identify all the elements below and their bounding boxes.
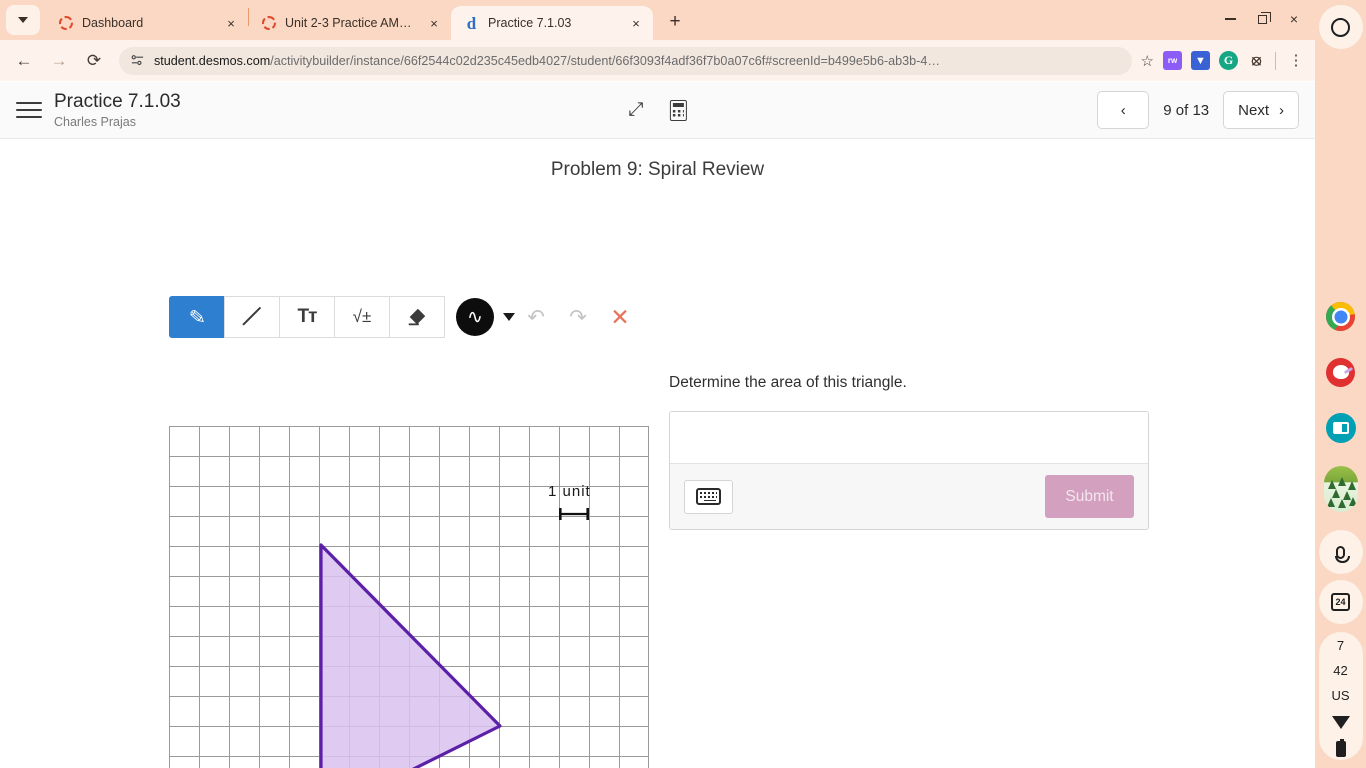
wifi-icon [1331,716,1350,729]
pencil-tool-button[interactable]: ✎ [169,296,225,338]
submit-button[interactable]: Submit [1045,475,1134,518]
one-unit-scale-bar [559,508,589,520]
reload-button[interactable]: ⟳ [78,45,110,77]
screen-counter: 9 of 13 [1163,101,1210,119]
page-title: Practice 7.1.03 [54,91,181,113]
back-button[interactable]: ← [8,45,40,77]
status-line-2: 42 [1333,663,1348,678]
browser-tab-practice[interactable]: d Practice 7.1.03 × [451,6,653,40]
unit-scale-label: 1 unit [548,483,591,500]
hamburger-menu-icon[interactable] [16,102,42,118]
tab-title: Dashboard [82,16,144,30]
answer-card: Submit [669,411,1149,530]
keyboard-icon [696,488,721,505]
url-path: /activitybuilder/instance/66f2544c02d235… [270,53,940,68]
tab-close-button[interactable]: × [629,17,643,30]
grammarly-extension-icon[interactable]: G [1219,51,1238,70]
circle-icon[interactable] [1318,5,1363,49]
question-panel: Determine the area of this triangle. Sub… [669,374,1149,530]
battery-icon [1335,739,1346,757]
math-tool-button[interactable]: √± [334,296,390,338]
chrome-icon[interactable] [1315,289,1366,344]
tab-title: Unit 2-3 Practice AMPLIFY [285,16,418,30]
desmos-activity: Practice 7.1.03 Charles Prajas ⤢ ‹ 9 of … [0,82,1315,768]
math-icon: √± [352,307,372,326]
graph-grid[interactable] [169,426,649,768]
address-bar[interactable]: student.desmos.com/activitybuilder/insta… [119,46,1132,75]
calendar-day-label: 24 [1331,593,1350,611]
screen: Dashboard × Unit 2-3 Practice AMPLIFY × … [0,0,1366,768]
tab-close-button[interactable]: × [224,17,238,30]
student-name: Charles Prajas [54,114,136,129]
redo-button: ↷ [569,305,587,329]
star-icon[interactable]: ☆ [1141,52,1154,70]
tab-title: Practice 7.1.03 [488,16,572,30]
media-icon[interactable] [1315,400,1366,456]
pagination: ‹ 9 of 13 Next › [1097,91,1299,129]
tab-strip: Dashboard × Unit 2-3 Practice AMPLIFY × … [0,0,1315,40]
keyboard-toggle-button[interactable] [684,479,733,514]
next-label: Next [1238,101,1269,119]
url-text: student.desmos.com/activitybuilder/insta… [154,54,940,68]
close-window-button[interactable]: × [1279,6,1309,32]
previous-screen-button[interactable]: ‹ [1097,91,1150,129]
spinner-icon [262,16,276,30]
triangle-shape [319,543,502,768]
locale-label: US [1331,688,1350,703]
text-icon: Tᴛ [297,306,318,327]
activity-header: Practice 7.1.03 Charles Prajas ⤢ ‹ 9 of … [0,82,1315,139]
window-controls: × [1215,6,1309,32]
chevron-down-icon [18,17,28,23]
kebab-menu-icon[interactable]: ⋮ [1285,53,1307,68]
page-info-icon[interactable] [130,53,145,68]
squiggle-icon: ∿ [467,306,483,328]
toolbar-divider [1275,51,1276,70]
text-tool-button[interactable]: Tᴛ [279,296,335,338]
system-status-tray[interactable]: 7 42 US [1318,632,1363,760]
tab-close-button[interactable]: × [427,17,441,30]
undo-button: ↶ [527,305,545,329]
line-icon [241,306,263,328]
os-dock: 24 7 42 US [1315,0,1366,768]
close-sketch-button[interactable]: ✕ [599,304,641,331]
browser-tab-dashboard[interactable]: Dashboard × [46,6,248,40]
stroke-dropdown-chevron-down-icon[interactable] [503,313,515,321]
eraser-tool-button[interactable] [389,296,445,338]
pencil-icon: ✎ [187,305,207,330]
stroke-style-button[interactable]: ∿ [456,298,494,336]
browser-tab-amplify[interactable]: Unit 2-3 Practice AMPLIFY × [249,6,451,40]
browser-window: Dashboard × Unit 2-3 Practice AMPLIFY × … [0,0,1315,768]
next-screen-button[interactable]: Next › [1223,91,1299,129]
spinner-icon [59,16,73,30]
activity-title-block: Practice 7.1.03 Charles Prajas [54,91,181,129]
expand-arrows-icon[interactable]: ⤢ [628,99,643,121]
sketch-toolbar: ✎ Tᴛ √± ∿ ↶ ↷ ✕ [169,296,641,338]
omnibox-bar: ← → ⟳ student.desmos.com/activitybuilder… [0,40,1315,81]
calculator-icon[interactable] [669,99,687,121]
shield-extension-icon[interactable]: ▼ [1191,51,1210,70]
microphone-icon[interactable] [1318,530,1363,574]
chevron-right-icon: › [1279,101,1284,119]
question-prompt: Determine the area of this triangle. [669,374,907,391]
extensions-area: rw ▼ G ⦻ ⋮ [1157,51,1307,70]
eraser-icon [408,308,426,326]
minimize-button[interactable] [1215,6,1245,32]
status-line-1: 7 [1336,638,1345,653]
forward-button: → [50,50,68,70]
palette-icon[interactable] [1315,344,1366,400]
extensions-puzzle-icon[interactable]: ⦻ [1247,51,1266,70]
answer-input[interactable] [670,412,1148,463]
wallpaper-thumbnail[interactable] [1315,456,1366,522]
desmos-d-icon: d [466,13,477,33]
read-write-extension-icon[interactable]: rw [1163,51,1182,70]
problem-heading: Problem 9: Spiral Review [550,159,765,180]
new-tab-button[interactable]: + [661,8,689,36]
calendar-icon[interactable]: 24 [1318,580,1363,624]
tab-search-button[interactable] [6,5,40,35]
url-host: student.desmos.com [154,53,271,68]
answer-footer: Submit [670,463,1148,529]
maximize-button[interactable] [1247,6,1277,32]
line-tool-button[interactable] [224,296,280,338]
header-tools: ⤢ [628,99,687,121]
